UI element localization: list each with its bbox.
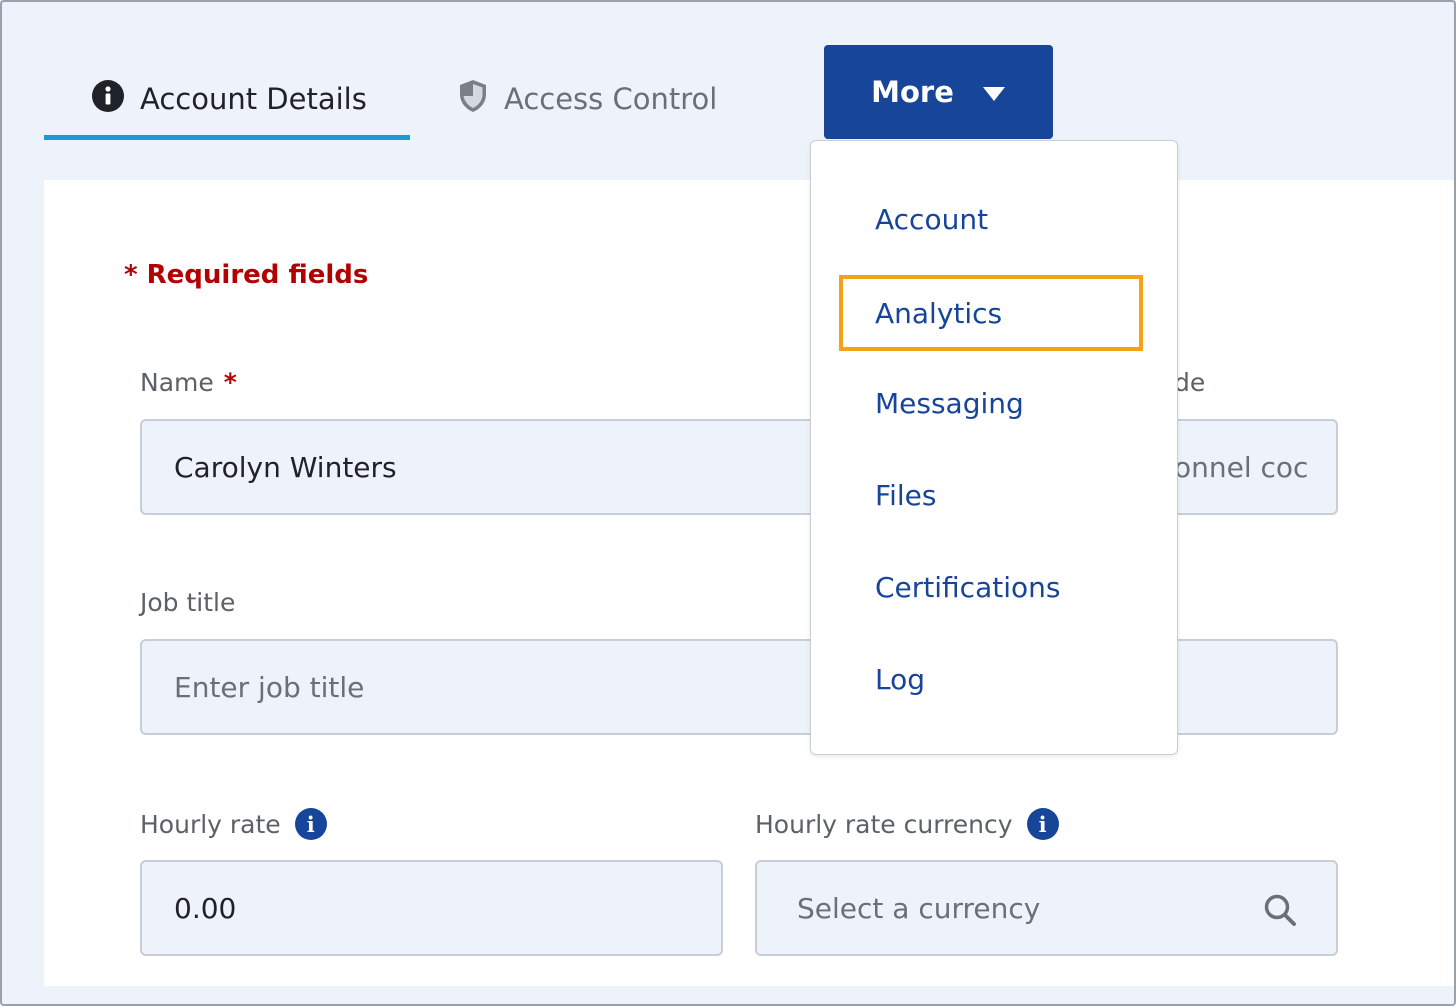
personnel-code-label: de (1174, 368, 1206, 397)
more-button[interactable]: More (824, 45, 1053, 139)
name-value: Carolyn Winters (174, 450, 397, 484)
menu-item-analytics[interactable]: Analytics (839, 275, 1143, 351)
name-label-text: Name (140, 368, 214, 397)
search-icon[interactable] (1262, 892, 1298, 928)
currency-placeholder: Select a currency (797, 891, 1041, 925)
more-dropdown-menu: Account Analytics Messaging Files Certif… (810, 140, 1178, 755)
menu-item-messaging[interactable]: Messaging (839, 365, 1143, 441)
tab-account-details[interactable]: Account Details (44, 62, 410, 140)
more-button-label: More (871, 75, 954, 109)
active-tab-indicator (44, 135, 410, 140)
info-circle-icon (92, 79, 124, 119)
required-fields-note: * Required fields (124, 260, 369, 290)
hourly-rate-label-text: Hourly rate (140, 809, 281, 839)
name-label: Name * (140, 368, 237, 397)
personnel-code-placeholder: onnel coc (1174, 450, 1309, 484)
info-icon[interactable]: i (1026, 808, 1059, 840)
required-star: * (223, 368, 237, 397)
menu-item-files[interactable]: Files (839, 457, 1143, 533)
hourly-rate-currency-label: Hourly rate currency i (755, 808, 1059, 840)
hourly-rate-label: Hourly rate i (140, 808, 327, 840)
info-icon[interactable]: i (294, 808, 327, 840)
tab-label: Account Details (140, 82, 367, 116)
hourly-rate-value: 0.00 (174, 891, 237, 925)
hourly-rate-input[interactable]: 0.00 (140, 860, 723, 956)
hourly-rate-currency-label-text: Hourly rate currency (755, 809, 1013, 839)
menu-item-certifications[interactable]: Certifications (839, 549, 1143, 625)
currency-search-input[interactable]: Select a currency (755, 860, 1338, 956)
tab-access-control[interactable]: Access Control (458, 62, 717, 140)
job-title-label: Job title (140, 588, 236, 617)
tab-label: Access Control (504, 82, 718, 116)
menu-item-log[interactable]: Log (839, 641, 1143, 717)
shield-icon (458, 79, 488, 120)
job-title-placeholder: Enter job title (174, 670, 365, 704)
menu-item-account[interactable]: Account (839, 181, 1143, 257)
caret-down-icon (982, 75, 1006, 109)
app-frame: Account Details Access Control More * Re… (0, 0, 1456, 1006)
